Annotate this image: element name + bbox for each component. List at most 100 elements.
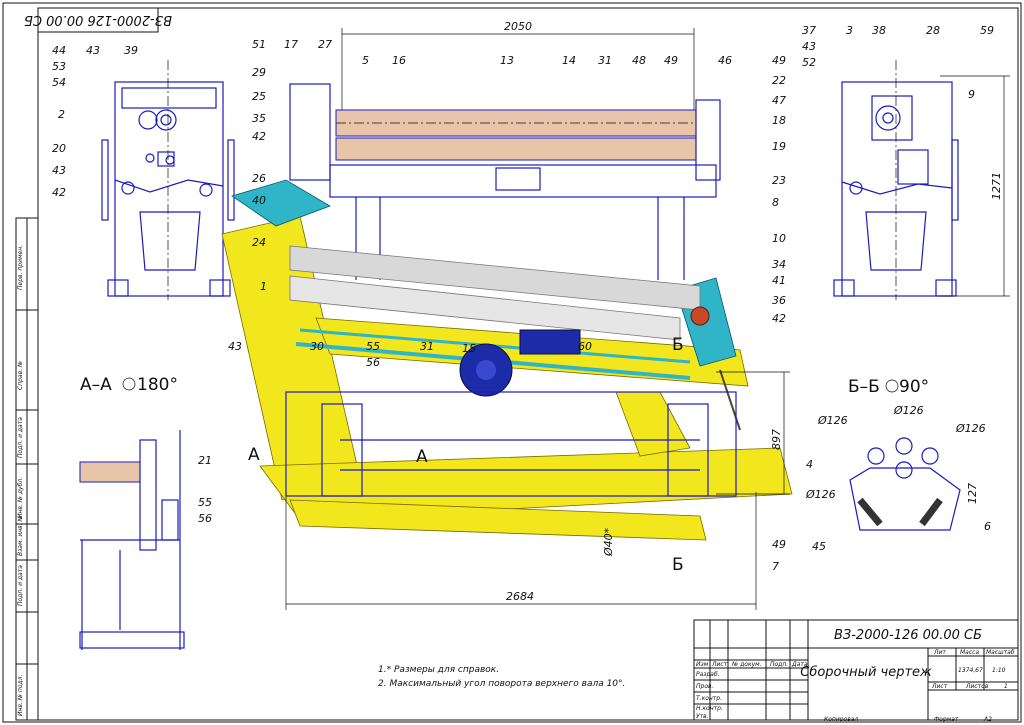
callout: 15 [462, 342, 476, 355]
marker-a2: А [416, 447, 428, 467]
dim-right-height: 1271 [990, 172, 1003, 200]
marker-a1: А [248, 445, 260, 465]
callout: 60 [578, 340, 592, 353]
right-end-view: 1271 [833, 60, 1010, 300]
callout: 51 [252, 38, 266, 51]
callout: 54 [52, 76, 66, 89]
callout: 43 [52, 164, 66, 177]
callout: 3 [846, 24, 853, 37]
callouts-left: 44 53 54 43 39 2 20 43 42 [52, 44, 138, 199]
callout: 35 [252, 112, 266, 125]
assembly-drawing-sheet: ВЗ-2000-126 00.00 СБ Перв. примен. Справ… [2, 2, 1022, 723]
stamp-sheet-label: Лист [931, 683, 948, 690]
callout: 41 [772, 274, 786, 287]
left-end-view [101, 60, 235, 300]
side-strip: Перв. примен. Справ. № Подп. и дата Инв.… [15, 217, 39, 721]
mirrored-designation-box: ВЗ-2000-126 00.00 СБ [24, 7, 172, 33]
callout: 25 [252, 90, 266, 103]
stamp-designation: ВЗ-2000-126 00.00 СБ [834, 628, 982, 643]
callout: 19 [772, 140, 786, 153]
callout: 43 [86, 44, 100, 57]
stamp-row: Пров. [696, 683, 714, 690]
callout: 43 [802, 40, 816, 53]
strip-label: Инв. № дубл. [17, 477, 24, 518]
callout: 1 [260, 280, 267, 293]
callout: 7 [772, 560, 779, 573]
stamp-sheets-value: 1 [1004, 683, 1008, 690]
section-aa-angle: 180° [137, 375, 178, 395]
strip-label: Перв. примен. [17, 245, 24, 290]
stamp-row: Утв. [696, 713, 709, 720]
callout: 8 [772, 196, 779, 209]
callout: 42 [772, 312, 786, 325]
callout: 43 [228, 340, 242, 353]
callout: 28 [926, 24, 940, 37]
stamp-doc-name: Сборочный чертеж [800, 665, 932, 680]
callout: 37 [802, 24, 816, 37]
callout: 52 [802, 56, 816, 69]
callout: 4 [806, 458, 813, 471]
note-2: 2. Максимальный угол поворота верхнего в… [378, 679, 625, 689]
dim-d40: Ø40* [602, 527, 615, 557]
section-bb: Б–Б 90° Ø126 Ø126 Ø126 Ø126 127 [805, 377, 986, 531]
callout: 27 [318, 38, 332, 51]
stamp-row: № докум. [731, 661, 762, 668]
dim-bb-small: 127 [966, 483, 979, 504]
strip-label: Справ. № [17, 361, 24, 390]
strip-label: Взам. инв. № [17, 515, 24, 556]
stamp-row: Лист [711, 661, 728, 668]
callout: 17 [284, 38, 298, 51]
callout: 44 [52, 44, 66, 57]
stamp-sheets-label: Листов [965, 683, 989, 690]
callout: 59 [980, 24, 994, 37]
callout: 23 [772, 174, 786, 187]
callouts-right: 37 43 52 3 38 28 59 9 [802, 24, 994, 101]
dim-bottom-width: 2684 [506, 590, 534, 603]
callout: 26 [252, 172, 266, 185]
dim-mid-height: 897 [770, 429, 783, 450]
callout: 42 [52, 186, 66, 199]
section-bb-title: Б–Б [848, 377, 880, 397]
mirrored-designation: ВЗ-2000-126 00.00 СБ [24, 12, 172, 27]
footer-format-value: А2 [983, 716, 992, 723]
callout: 38 [872, 24, 886, 37]
footer-format: Формат [934, 716, 959, 723]
marker-b1: Б [672, 335, 684, 355]
title-block: ВЗ-2000-126 00.00 СБ Сборочный чертеж Ли… [693, 619, 1019, 723]
isometric-machine [221, 179, 793, 541]
callout: 5 [362, 54, 369, 67]
callout: 36 [772, 294, 786, 307]
callout: 2 [58, 108, 65, 121]
callout: 16 [392, 54, 406, 67]
dim-d126-c: Ø126 [955, 422, 986, 435]
stamp-scale: 1:10 [992, 667, 1006, 674]
stamp-col-lit: Лит [933, 649, 946, 656]
callout: 24 [252, 236, 266, 249]
stamp-row: Разраб. [696, 671, 720, 678]
strip-label: Подп. и дата [17, 417, 24, 458]
callout: 40 [252, 194, 266, 207]
stamp-row: Подп. [770, 661, 788, 668]
section-aa-title: А–А [80, 375, 112, 395]
callout: 9 [968, 88, 975, 101]
strip-label: Подп. и дата [17, 565, 24, 606]
strip-label: Инв. № подл. [17, 675, 24, 716]
dim-d126-b: Ø126 [893, 404, 924, 417]
stamp-mass: 1374,67 [958, 667, 983, 674]
callout: 47 [772, 94, 786, 107]
callout: 49 [772, 538, 786, 551]
footer-copy: Копировал [824, 716, 858, 723]
callout: 56 [366, 356, 380, 369]
callout: 53 [52, 60, 66, 73]
section-aa: А–А 180° [79, 375, 185, 650]
stamp-col-scale: Масштаб [986, 649, 1015, 656]
callout: 46 [718, 54, 732, 67]
callout: 55 [366, 340, 380, 353]
callout: 21 [198, 454, 212, 467]
dim-d126-a: Ø126 [817, 414, 848, 427]
callout: 48 [632, 54, 646, 67]
stamp-row: Дата [791, 661, 808, 668]
dim-top-width: 2050 [504, 20, 532, 33]
stamp-row: Н.контр. [696, 705, 723, 712]
callout: 39 [124, 44, 138, 57]
